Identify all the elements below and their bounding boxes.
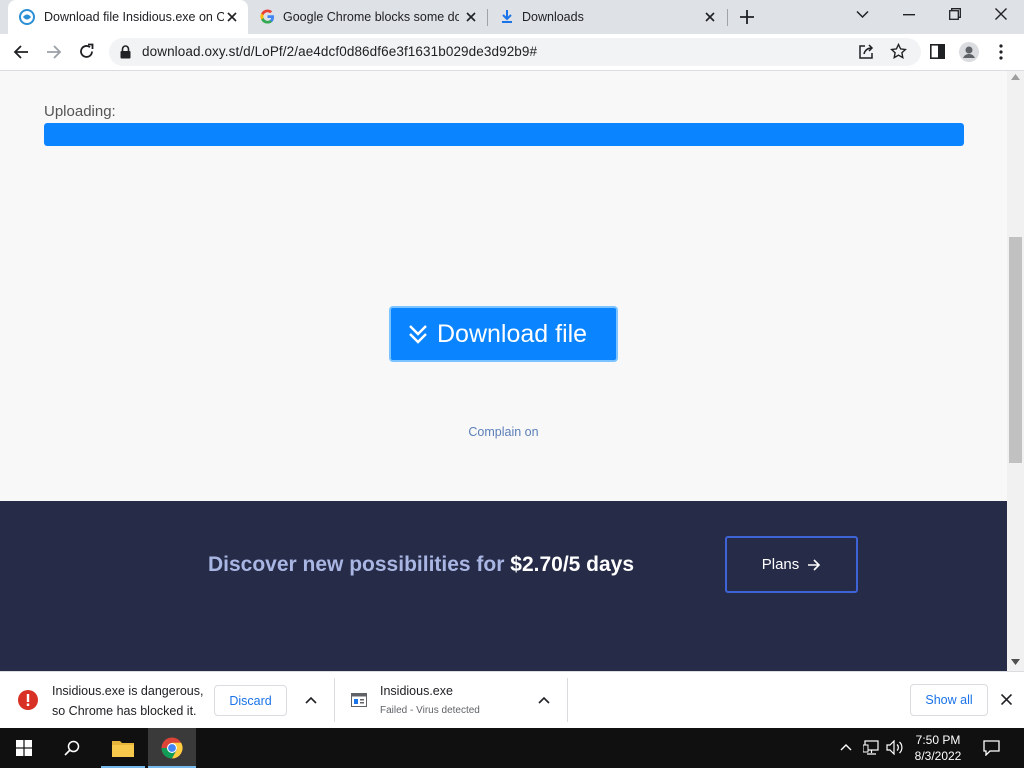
download-shelf: Insidious.exe is dangerous, so Chrome ha… bbox=[0, 671, 1024, 728]
chrome-logo-icon bbox=[161, 737, 183, 759]
exe-file-icon bbox=[351, 693, 367, 707]
search-button[interactable] bbox=[48, 728, 96, 768]
restore-icon[interactable] bbox=[949, 8, 961, 20]
profile-avatar-icon[interactable] bbox=[959, 42, 979, 62]
clock-time: 7:50 PM bbox=[915, 733, 961, 747]
notification-center-icon[interactable] bbox=[983, 740, 1000, 756]
promo-text-main: Discover new possibilities for bbox=[208, 553, 505, 576]
complain-link[interactable]: Complain on bbox=[0, 425, 1007, 439]
tab-title: Downloads bbox=[522, 10, 584, 24]
promo-price: $2.70/5 days bbox=[510, 553, 635, 576]
plans-button[interactable]: Plans bbox=[725, 536, 858, 593]
web-page: Uploading: Download file Complain on Dis… bbox=[0, 71, 1007, 671]
danger-message-line1: Insidious.exe is dangerous, bbox=[52, 684, 204, 698]
double-chevron-down-icon bbox=[407, 323, 429, 345]
menu-kebab-icon[interactable] bbox=[999, 44, 1003, 60]
tab-downloads[interactable]: Downloads bbox=[488, 0, 728, 34]
tab-strip: Download file Insidious.exe on Oxy.st Go… bbox=[0, 0, 1024, 34]
new-tab-icon[interactable] bbox=[739, 9, 755, 25]
show-hidden-icons-chevron-icon[interactable] bbox=[840, 743, 852, 751]
share-icon[interactable] bbox=[858, 44, 874, 60]
upload-progress-fill bbox=[44, 123, 964, 146]
minimize-icon[interactable] bbox=[903, 14, 915, 16]
chrome-taskbar-button[interactable] bbox=[148, 728, 196, 768]
system-clock[interactable]: 7:50 PM 8/3/2022 bbox=[906, 732, 970, 764]
windows-logo-icon bbox=[16, 740, 32, 756]
url-text: download.oxy.st/d/LoPf/2/ae4dcf0d86df6e3… bbox=[142, 44, 538, 59]
close-tab-icon[interactable] bbox=[224, 9, 240, 25]
tab-separator bbox=[727, 9, 728, 26]
volume-icon[interactable] bbox=[886, 740, 904, 755]
show-all-button[interactable]: Show all bbox=[910, 684, 988, 716]
upload-label: Uploading: bbox=[44, 103, 116, 120]
scrollbar-thumb[interactable] bbox=[1009, 237, 1022, 463]
folder-icon bbox=[112, 739, 134, 757]
close-tab-icon[interactable] bbox=[463, 9, 479, 25]
plans-label: Plans bbox=[761, 556, 800, 573]
bookmark-star-icon[interactable] bbox=[890, 43, 907, 60]
back-arrow-icon[interactable] bbox=[13, 44, 29, 60]
scroll-up-arrow-icon[interactable] bbox=[1011, 74, 1020, 80]
promo-banner: Discover new possibilities for $2.70/5 d… bbox=[0, 501, 1007, 671]
clock-date: 8/3/2022 bbox=[914, 749, 962, 763]
tab-chrome-blocks[interactable]: Google Chrome blocks some downloads bbox=[248, 0, 488, 34]
download-file-button[interactable]: Download file bbox=[389, 306, 618, 362]
danger-message-line2: so Chrome has blocked it. bbox=[52, 704, 197, 718]
download-file-label: Download file bbox=[437, 319, 588, 348]
reload-icon[interactable] bbox=[78, 43, 95, 60]
vertical-scrollbar[interactable] bbox=[1007, 71, 1024, 671]
download-status: Failed - Virus detected bbox=[380, 705, 480, 716]
danger-warning-icon bbox=[18, 690, 38, 710]
address-bar[interactable]: download.oxy.st/d/LoPf/2/ae4dcf0d86df6e3… bbox=[109, 38, 921, 66]
tab-search-chevron-icon[interactable] bbox=[856, 10, 869, 19]
chevron-up-icon[interactable] bbox=[305, 696, 317, 704]
search-icon bbox=[64, 740, 80, 756]
shelf-divider bbox=[567, 678, 568, 722]
scroll-down-arrow-icon[interactable] bbox=[1011, 659, 1020, 665]
close-window-icon[interactable] bbox=[995, 8, 1007, 20]
close-tab-icon[interactable] bbox=[702, 9, 718, 25]
discard-button[interactable]: Discard bbox=[214, 685, 287, 716]
arrow-right-icon bbox=[807, 558, 821, 571]
windows-taskbar: 7:50 PM 8/3/2022 bbox=[0, 728, 1024, 768]
file-explorer-button[interactable] bbox=[99, 728, 147, 768]
lock-icon[interactable] bbox=[120, 45, 131, 59]
tab-title: Google Chrome blocks some downloads bbox=[283, 10, 459, 24]
tab-download-file[interactable]: Download file Insidious.exe on Oxy.st bbox=[8, 0, 248, 34]
download-file-name[interactable]: Insidious.exe bbox=[380, 684, 453, 698]
close-shelf-icon[interactable] bbox=[1001, 694, 1012, 705]
download-arrow-icon bbox=[500, 9, 514, 24]
promo-text: Discover new possibilities for $2.70/5 d… bbox=[208, 553, 634, 577]
side-panel-icon[interactable] bbox=[930, 44, 945, 59]
forward-arrow-icon[interactable] bbox=[46, 44, 62, 60]
google-g-icon bbox=[260, 9, 275, 24]
network-icon[interactable] bbox=[863, 740, 880, 755]
start-button[interactable] bbox=[0, 728, 48, 768]
tab-title: Download file Insidious.exe on Oxy.st bbox=[44, 10, 224, 24]
browser-toolbar: download.oxy.st/d/LoPf/2/ae4dcf0d86df6e3… bbox=[0, 34, 1024, 71]
shelf-divider bbox=[334, 678, 335, 722]
upload-progress-bar bbox=[44, 123, 964, 146]
oxy-logo-icon bbox=[18, 8, 36, 26]
chevron-up-icon[interactable] bbox=[538, 696, 550, 704]
